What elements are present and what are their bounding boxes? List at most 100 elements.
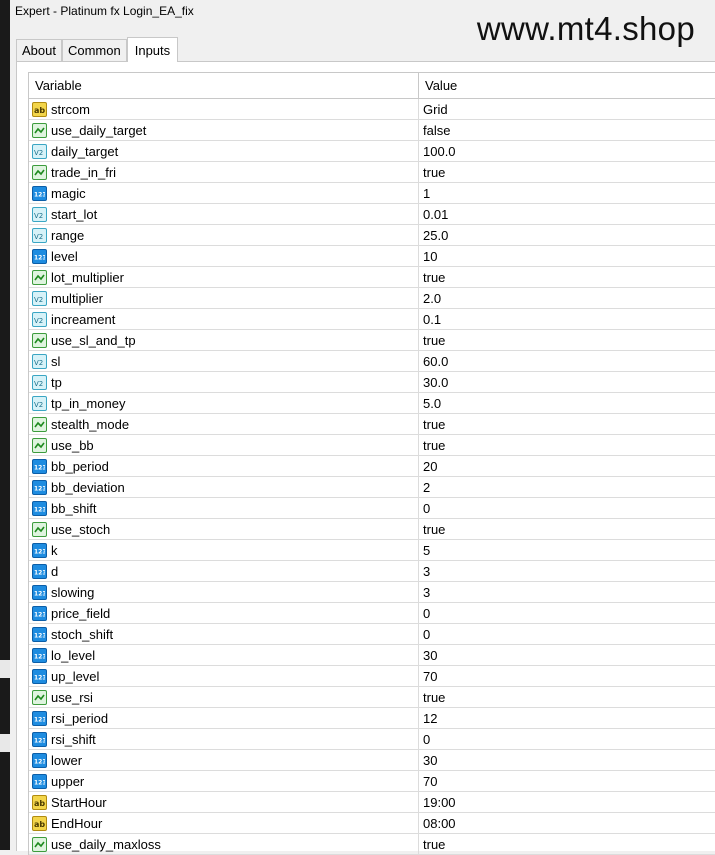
value-cell[interactable]: 60.0 — [419, 351, 715, 371]
value-cell[interactable]: true — [419, 330, 715, 350]
value-cell[interactable]: Grid — [419, 99, 715, 119]
value-cell[interactable]: 08:00 — [419, 813, 715, 833]
input-row[interactable]: ab StartHour 19:00 — [29, 792, 715, 813]
value-cell[interactable]: true — [419, 834, 715, 854]
input-row[interactable]: 123 k 5 — [29, 540, 715, 561]
variable-value: true — [423, 269, 446, 285]
value-cell[interactable]: true — [419, 414, 715, 434]
input-row[interactable]: use_daily_maxloss true — [29, 834, 715, 855]
input-row[interactable]: 123 rsi_shift 0 — [29, 729, 715, 750]
variable-cell: 123 rsi_period — [29, 708, 419, 728]
variable-value: 70 — [423, 668, 438, 684]
input-row[interactable]: 123 rsi_period 12 — [29, 708, 715, 729]
input-row[interactable]: lot_multiplier true — [29, 267, 715, 288]
int-type-icon: 123 — [32, 479, 47, 495]
input-row[interactable]: V2 tp_in_money 5.0 — [29, 393, 715, 414]
value-cell[interactable]: 10 — [419, 246, 715, 266]
int-type-icon: 123 — [32, 185, 47, 201]
input-row[interactable]: 123 d 3 — [29, 561, 715, 582]
input-row[interactable]: 123 slowing 3 — [29, 582, 715, 603]
value-cell[interactable]: true — [419, 267, 715, 287]
input-row[interactable]: V2 daily_target 100.0 — [29, 141, 715, 162]
tab-inputs[interactable]: Inputs — [126, 37, 179, 62]
value-cell[interactable]: 30 — [419, 645, 715, 665]
svg-text:123: 123 — [34, 485, 45, 492]
value-cell[interactable]: 12 — [419, 708, 715, 728]
grid-header-row: Variable Value — [29, 73, 715, 99]
input-row[interactable]: 123 magic 1 — [29, 183, 715, 204]
variable-cell: ab strcom — [29, 99, 419, 119]
value-cell[interactable]: true — [419, 519, 715, 539]
value-cell[interactable]: true — [419, 435, 715, 455]
input-row[interactable]: 123 upper 70 — [29, 771, 715, 792]
variable-name: bb_shift — [51, 500, 97, 516]
column-header-value[interactable]: Value — [419, 73, 715, 98]
value-cell[interactable]: 0 — [419, 498, 715, 518]
value-cell[interactable]: true — [419, 687, 715, 707]
input-row[interactable]: use_daily_target false — [29, 120, 715, 141]
input-row[interactable]: 123 bb_period 20 — [29, 456, 715, 477]
value-cell[interactable]: 100.0 — [419, 141, 715, 161]
input-row[interactable]: use_bb true — [29, 435, 715, 456]
bool-type-icon — [32, 521, 47, 537]
input-row[interactable]: 123 lo_level 30 — [29, 645, 715, 666]
input-row[interactable]: V2 start_lot 0.01 — [29, 204, 715, 225]
svg-text:V2: V2 — [34, 401, 43, 408]
input-row[interactable]: V2 sl 60.0 — [29, 351, 715, 372]
input-row[interactable]: stealth_mode true — [29, 414, 715, 435]
input-row[interactable]: V2 increament 0.1 — [29, 309, 715, 330]
value-cell[interactable]: 70 — [419, 771, 715, 791]
input-row[interactable]: 123 bb_deviation 2 — [29, 477, 715, 498]
value-cell[interactable]: 0 — [419, 603, 715, 623]
value-cell[interactable]: 0.1 — [419, 309, 715, 329]
value-cell[interactable]: 0 — [419, 729, 715, 749]
value-cell[interactable]: false — [419, 120, 715, 140]
input-row[interactable]: use_stoch true — [29, 519, 715, 540]
value-cell[interactable]: 0.01 — [419, 204, 715, 224]
value-cell[interactable]: true — [419, 162, 715, 182]
input-row[interactable]: use_sl_and_tp true — [29, 330, 715, 351]
variable-name: use_sl_and_tp — [51, 332, 136, 348]
variable-name: up_level — [51, 668, 100, 684]
tab-common[interactable]: Common — [61, 39, 127, 62]
input-row[interactable]: 123 bb_shift 0 — [29, 498, 715, 519]
int-type-icon: 123 — [32, 458, 47, 474]
input-row[interactable]: 123 lower 30 — [29, 750, 715, 771]
value-cell[interactable]: 2 — [419, 477, 715, 497]
value-cell[interactable]: 19:00 — [419, 792, 715, 812]
input-row[interactable]: V2 multiplier 2.0 — [29, 288, 715, 309]
input-row[interactable]: 123 level 10 — [29, 246, 715, 267]
input-row[interactable]: ab EndHour 08:00 — [29, 813, 715, 834]
tab-about[interactable]: About — [16, 39, 62, 62]
bool-type-icon — [32, 437, 47, 453]
input-row[interactable]: 123 up_level 70 — [29, 666, 715, 687]
variable-cell: use_daily_target — [29, 120, 419, 140]
value-cell[interactable]: 20 — [419, 456, 715, 476]
column-header-variable[interactable]: Variable — [29, 73, 419, 98]
value-cell[interactable]: 1 — [419, 183, 715, 203]
value-cell[interactable]: 2.0 — [419, 288, 715, 308]
variable-value: true — [423, 332, 446, 348]
input-row[interactable]: V2 tp 30.0 — [29, 372, 715, 393]
variable-value: 100.0 — [423, 143, 456, 159]
value-cell[interactable]: 0 — [419, 624, 715, 644]
value-cell[interactable]: 3 — [419, 561, 715, 581]
value-cell[interactable]: 30 — [419, 750, 715, 770]
input-row[interactable]: 123 price_field 0 — [29, 603, 715, 624]
value-cell[interactable]: 5 — [419, 540, 715, 560]
input-row[interactable]: V2 range 25.0 — [29, 225, 715, 246]
value-cell[interactable]: 3 — [419, 582, 715, 602]
value-cell[interactable]: 25.0 — [419, 225, 715, 245]
value-cell[interactable]: 30.0 — [419, 372, 715, 392]
input-row[interactable]: use_rsi true — [29, 687, 715, 708]
value-cell[interactable]: 70 — [419, 666, 715, 686]
svg-text:123: 123 — [34, 779, 45, 786]
int-type-icon: 123 — [32, 542, 47, 558]
input-row[interactable]: trade_in_fri true — [29, 162, 715, 183]
input-row[interactable]: 123 stoch_shift 0 — [29, 624, 715, 645]
variable-cell: 123 price_field — [29, 603, 419, 623]
variable-name: slowing — [51, 584, 95, 600]
input-row[interactable]: ab strcom Grid — [29, 99, 715, 120]
value-cell[interactable]: 5.0 — [419, 393, 715, 413]
variable-cell: 123 d — [29, 561, 419, 581]
